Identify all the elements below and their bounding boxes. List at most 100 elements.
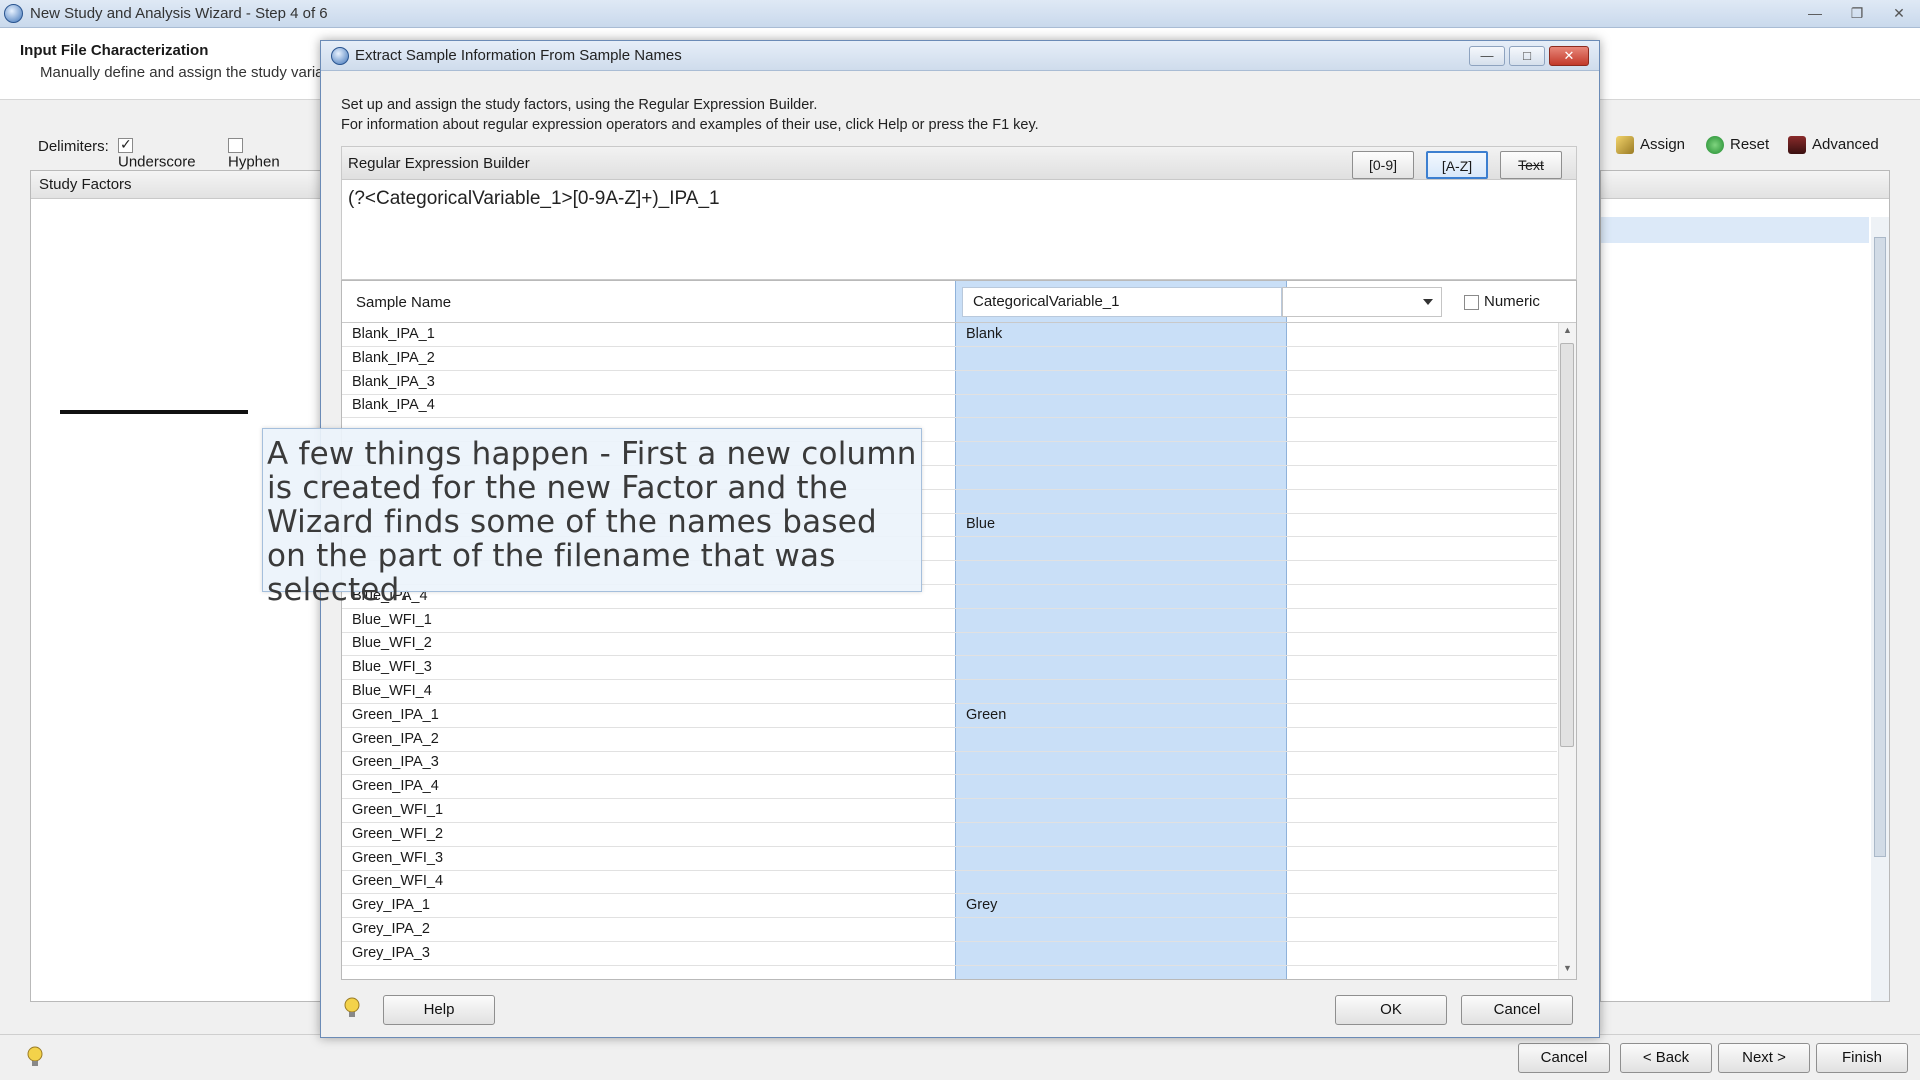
text-button[interactable]: Text <box>1500 151 1562 179</box>
wizard-title-bar: New Study and Analysis Wizard - Step 4 o… <box>0 0 1920 28</box>
sample-name-cell: Green_WFI_4 <box>352 873 444 890</box>
column-header-sample-name: Sample Name <box>356 294 452 311</box>
advanced-icon <box>1788 136 1806 155</box>
dialog-title-bar: Extract Sample Information From Sample N… <box>321 41 1599 71</box>
variable-value-cell: Grey <box>966 897 998 914</box>
advanced-button[interactable]: Advanced <box>1788 136 1879 155</box>
sample-name-cell: Blank_IPA_1 <box>352 326 435 342</box>
table-row[interactable]: Green_WFI_2 <box>342 823 1557 847</box>
page-subtitle: Manually define and assign the study var… <box>40 64 320 81</box>
instruction-line-1: Set up and assign the study factors, usi… <box>341 97 818 113</box>
wand-icon <box>1616 136 1634 155</box>
variable-value-cell: Green <box>966 706 1007 723</box>
table-row[interactable]: Blue_WFI_4 <box>342 680 1557 704</box>
scrollbar-thumb[interactable] <box>1874 237 1886 857</box>
instruction-line-2: For information about regular expression… <box>341 117 1039 133</box>
underscore-checkbox[interactable]: Underscore <box>118 136 196 171</box>
table-row[interactable]: Grey_IPA_1 Grey <box>342 894 1557 919</box>
table-row[interactable]: Green_WFI_4 <box>342 870 1557 895</box>
page-title: Input File Characterization <box>20 42 209 59</box>
variable-name-field[interactable]: CategoricalVariable_1 <box>962 287 1282 317</box>
sample-name-cell: Green_WFI_3 <box>352 849 444 866</box>
selected-row[interactable] <box>1601 217 1869 243</box>
variable-value-cell: Blank <box>966 326 1003 342</box>
regex-builder-label: Regular Expression Builder <box>348 155 530 172</box>
table-row[interactable]: Green_IPA_3 <box>342 751 1557 776</box>
sample-name-cell: Blue_WFI_4 <box>352 683 432 699</box>
regex-input[interactable]: (?<CategoricalVariable_1>[0-9A-Z]+)_IPA_… <box>341 180 1577 280</box>
dialog-cancel-button[interactable]: Cancel <box>1461 995 1573 1025</box>
reset-button[interactable]: Reset <box>1706 136 1769 155</box>
grid-scrollbar-thumb[interactable] <box>1560 343 1574 747</box>
sample-name-cell: Blank_IPA_3 <box>352 373 435 390</box>
sample-name-cell: Green_IPA_3 <box>352 754 439 771</box>
factor-list-panel <box>1600 170 1890 1002</box>
divider <box>60 410 248 414</box>
table-row[interactable]: Blue_WFI_1 <box>342 609 1557 633</box>
sample-name-cell: Blank_IPA_2 <box>352 349 435 366</box>
window-title: New Study and Analysis Wizard - Step 4 o… <box>30 5 328 22</box>
sample-name-cell: Green_WFI_2 <box>352 825 444 842</box>
table-row[interactable]: Green_IPA_2 <box>342 728 1557 752</box>
scroll-up-icon[interactable]: ▲ <box>1563 325 1572 335</box>
assign-button[interactable]: Assign <box>1616 136 1685 155</box>
dialog-close-icon[interactable]: ✕ <box>1549 46 1589 66</box>
factor-list-header <box>1601 171 1889 199</box>
dialog-title: Extract Sample Information From Sample N… <box>355 47 682 64</box>
help-button[interactable]: Help <box>383 995 495 1025</box>
dialog-maximize-icon[interactable]: □ <box>1509 46 1545 66</box>
grid-header: Sample Name CategoricalVariable_1 Numeri… <box>342 281 1576 323</box>
numeric-checkbox[interactable]: Numeric <box>1464 293 1540 310</box>
table-row[interactable]: Grey_IPA_2 <box>342 918 1557 942</box>
app-icon <box>4 4 23 23</box>
close-icon[interactable]: ✕ <box>1884 4 1914 24</box>
sample-name-cell: Green_IPA_1 <box>352 706 439 723</box>
tutorial-callout-text: A few things happen - First a new column… <box>267 436 917 608</box>
table-row[interactable]: Green_IPA_1 Green <box>342 704 1557 728</box>
lightbulb-icon[interactable] <box>26 1046 44 1068</box>
reset-icon <box>1706 136 1724 155</box>
table-row[interactable]: Blank_IPA_4 <box>342 394 1557 419</box>
dialog-lightbulb-icon[interactable] <box>343 997 361 1019</box>
sample-name-cell: Blue_WFI_1 <box>352 611 432 628</box>
table-row[interactable]: Green_IPA_4 <box>342 775 1557 800</box>
ok-button[interactable]: OK <box>1335 995 1447 1025</box>
regex-builder-bar: Regular Expression Builder [0-9] [A-Z] T… <box>341 146 1577 180</box>
table-row[interactable]: Blue_WFI_3 <box>342 656 1557 681</box>
table-row[interactable]: Grey_IPA_3 <box>342 942 1557 966</box>
table-row[interactable]: Blank_IPA_1 Blank <box>342 323 1557 347</box>
hyphen-checkbox[interactable]: Hyphen <box>228 136 280 171</box>
sample-name-cell: Green_IPA_4 <box>352 778 439 795</box>
letters-button[interactable]: [A-Z] <box>1426 151 1488 179</box>
table-row[interactable]: Blank_IPA_3 <box>342 371 1557 395</box>
table-row[interactable]: Green_WFI_1 <box>342 799 1557 823</box>
sample-name-cell: Green_WFI_1 <box>352 802 444 818</box>
scroll-down-icon[interactable]: ▼ <box>1563 963 1572 973</box>
sample-name-cell: Grey_IPA_1 <box>352 897 430 914</box>
tutorial-callout: A few things happen - First a new column… <box>262 428 922 607</box>
next-button[interactable]: Next > <box>1718 1043 1810 1073</box>
table-row[interactable]: Blank_IPA_2 <box>342 347 1557 371</box>
study-factors-header: Study Factors <box>31 171 325 199</box>
sample-name-cell: Green_IPA_2 <box>352 730 439 747</box>
dialog-minimize-icon[interactable]: — <box>1469 46 1505 66</box>
dialog-icon <box>331 47 349 65</box>
sample-name-cell: Grey_IPA_2 <box>352 921 430 937</box>
sample-name-cell: Blank_IPA_4 <box>352 397 435 414</box>
digits-button[interactable]: [0-9] <box>1352 151 1414 179</box>
delimiters-label: Delimiters: <box>38 138 109 155</box>
restore-icon[interactable]: ❐ <box>1842 4 1872 24</box>
sample-name-cell: Blue_WFI_3 <box>352 659 432 676</box>
dialog-footer: Help OK Cancel <box>321 983 1599 1039</box>
variable-value-cell: Blue <box>966 516 996 533</box>
table-row[interactable]: Blue_WFI_2 <box>342 632 1557 657</box>
sample-name-cell: Grey_IPA_3 <box>352 944 430 961</box>
back-button[interactable]: < Back <box>1620 1043 1712 1073</box>
minimize-icon[interactable]: — <box>1800 4 1830 24</box>
regex-text: (?<CategoricalVariable_1>[0-9A-Z]+)_IPA_… <box>348 188 720 209</box>
dropdown-arrow-icon <box>1423 299 1433 305</box>
variable-type-dropdown[interactable] <box>1282 287 1442 317</box>
table-row[interactable]: Green_WFI_3 <box>342 847 1557 871</box>
sample-name-cell: Blue_WFI_2 <box>352 635 432 652</box>
finish-button[interactable]: Finish <box>1816 1043 1908 1073</box>
